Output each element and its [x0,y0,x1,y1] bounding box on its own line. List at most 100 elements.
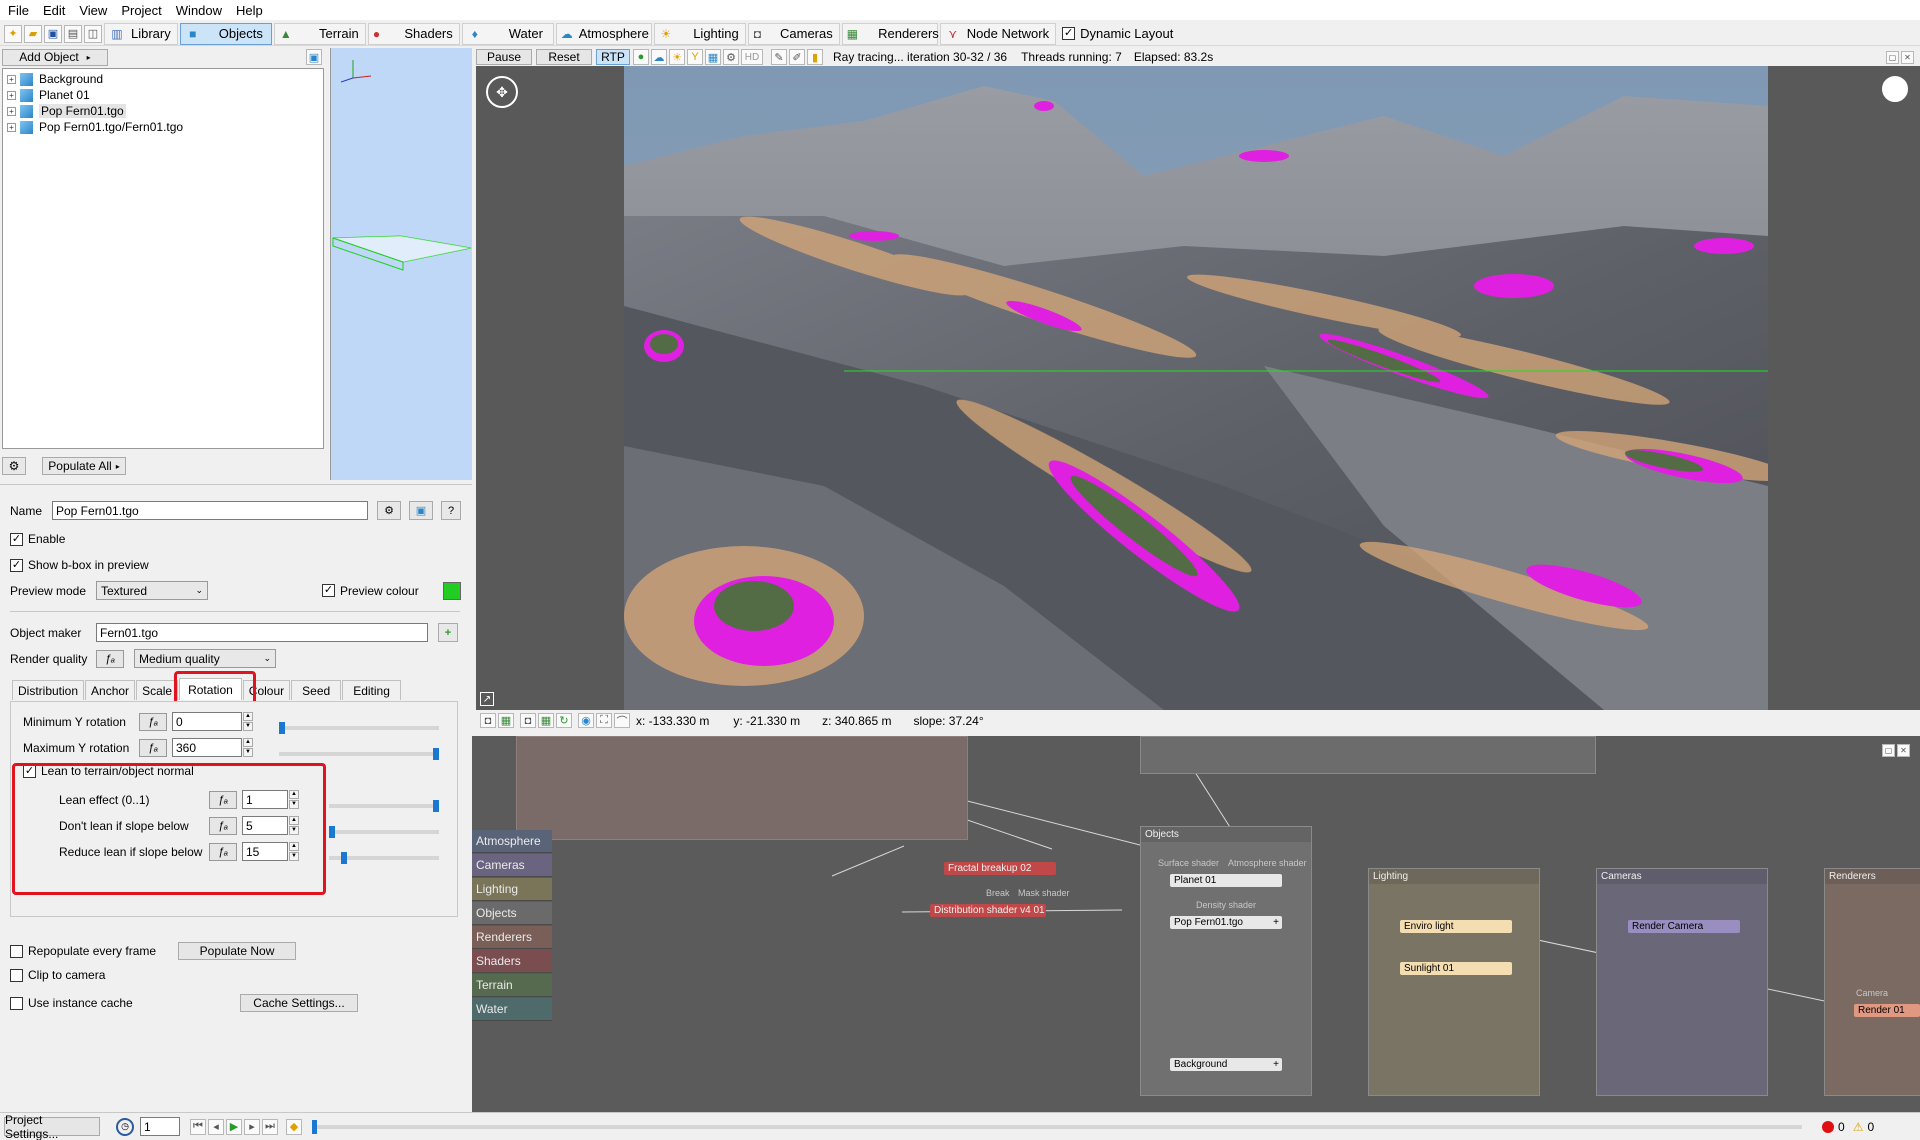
cache-settings-button[interactable]: Cache Settings... [240,994,358,1012]
sunlight-node[interactable]: Sunlight 01 [1400,962,1512,975]
dynamic-layout-checkbox[interactable]: ✓ [1062,27,1076,40]
eye-icon[interactable]: ◉ [578,713,594,728]
slope-icon[interactable]: ⌒ [614,713,630,728]
sun-preview-icon[interactable]: ☀ [669,49,685,65]
clock-icon[interactable]: ◷ [116,1117,134,1136]
reduce-lean-slider[interactable] [329,852,439,864]
window-restore-icon[interactable]: ▢ [1886,50,1899,64]
category-terrain[interactable]: Terrain [472,974,552,997]
instance-cache-checkbox[interactable] [10,996,23,1010]
tab-lighting[interactable]: ☀ Lighting [653,22,746,45]
tree-item-fern-object[interactable]: + Pop Fern01.tgo/Fern01.tgo [3,119,323,135]
gear-icon[interactable]: ⚙ [723,49,739,65]
sphere-preview-icon[interactable]: ● [633,49,649,65]
menu-file[interactable]: File [8,3,29,18]
expand-icon[interactable]: + [7,74,16,84]
keyframe-icon[interactable]: ◆ [286,1118,302,1135]
render-quality-select[interactable]: Medium quality ⌄ [134,649,276,668]
enable-row[interactable]: ✓ Enable [10,532,65,546]
tree-item-pop-fern[interactable]: + Pop Fern01.tgo [3,103,323,119]
tree-preview-icon[interactable]: Y [687,49,703,65]
ruler-icon[interactable]: ▮ [807,49,823,65]
image-view-icon[interactable]: ▦ [498,713,514,728]
sun-direction-icon[interactable] [1882,76,1908,102]
refresh-icon[interactable]: ↻ [556,713,572,728]
lean-effect-slider[interactable] [329,800,439,812]
camera-sync-icon[interactable]: ◘ [520,713,536,728]
pop-fern-node[interactable]: Pop Fern01.tgo + [1170,916,1282,929]
tab-objects[interactable]: ■ Objects [179,22,272,45]
new-file-icon[interactable]: ✦ [4,24,22,43]
tree-item-planet[interactable]: + Planet 01 [3,87,323,103]
open-folder-icon[interactable]: ▰ [24,24,42,43]
clip-to-camera-row[interactable]: Clip to camera [10,968,105,982]
tab-shaders[interactable]: ● Shaders [367,22,460,45]
help-icon[interactable]: ? [441,501,461,520]
save-icon[interactable]: ▣ [44,24,62,43]
project-settings-button[interactable]: Project Settings... [4,1113,100,1140]
show-bbox-row[interactable]: ✓ Show b-box in preview [10,558,149,572]
expand-icon[interactable]: + [7,106,16,116]
add-node-icon[interactable]: + [1273,917,1279,928]
prev-frame-icon[interactable]: ◂ [208,1118,224,1135]
save-as-icon[interactable]: ▤ [64,24,82,43]
tab-seed[interactable]: Seed [291,680,342,700]
tab-editing[interactable]: Editing [342,680,401,700]
pause-button[interactable]: Pause [476,49,532,65]
tab-distribution[interactable]: Distribution [12,680,85,700]
reset-button[interactable]: Reset [536,49,592,65]
tree-item-background[interactable]: + Background [3,71,323,87]
menu-help[interactable]: Help [236,3,263,18]
water-preview-icon[interactable]: ▦ [705,49,721,65]
repopulate-checkbox[interactable] [10,944,23,958]
min-y-rotation-stepper[interactable]: ▲ ▼ [243,712,253,731]
cloud-preview-icon[interactable]: ☁ [651,49,667,65]
planet-node[interactable]: Planet 01 [1170,874,1282,887]
tab-renderers[interactable]: ▦ Renderers [841,22,939,45]
error-icon[interactable] [1822,1120,1834,1133]
fractal-breakup-node[interactable]: Fractal breakup 02 [944,862,1056,875]
timeline-thumb[interactable] [312,1119,317,1134]
menu-project[interactable]: Project [121,3,161,18]
last-frame-icon[interactable]: ⏭ [262,1118,278,1135]
category-objects[interactable]: Objects [472,902,552,925]
tab-node-network[interactable]: ⋎ Node Network [939,22,1057,45]
name-input[interactable]: Pop Fern01.tgo [52,501,368,520]
function-icon[interactable]: ƒₐ [96,649,124,668]
panel-view-icon[interactable]: ▣ [306,49,322,65]
category-shaders[interactable]: Shaders [472,950,552,973]
max-y-rotation-input[interactable]: 360 [172,738,242,757]
show-bbox-checkbox[interactable]: ✓ [10,558,23,572]
preview-colour-swatch[interactable] [442,581,461,600]
view-panel-icon[interactable]: ▣ [409,501,433,520]
render-node[interactable]: Render 01 [1854,1004,1920,1017]
camera-navigation-icon[interactable]: ✥ [486,76,518,108]
dynamic-layout-toggle[interactable]: ✓ Dynamic Layout [1058,23,1179,45]
expand-icon[interactable]: + [7,90,16,100]
gear-icon[interactable]: ⚙ [377,501,401,520]
mini-preview-view[interactable] [330,48,472,480]
pen-icon[interactable]: ✐ [789,49,805,65]
render-3d-icon[interactable]: ◫ [84,24,102,43]
tab-anchor[interactable]: Anchor [85,680,136,700]
category-cameras[interactable]: Cameras [472,854,552,877]
distribution-shader-node[interactable]: Distribution shader v4 01 [930,904,1046,917]
min-y-rotation-input[interactable]: 0 [172,712,242,731]
render-viewport[interactable]: ✥ ↗ [476,66,1920,710]
tab-cameras[interactable]: ◘ Cameras [747,22,840,45]
category-atmosphere[interactable]: Atmosphere [472,830,552,853]
expand-icon[interactable]: + [7,122,16,132]
enviro-light-node[interactable]: Enviro light [1400,920,1512,933]
populate-now-button[interactable]: Populate Now [178,942,296,960]
category-lighting[interactable]: Lighting [472,878,552,901]
camera-view-icon[interactable]: ◘ [480,713,496,728]
max-y-rotation-stepper[interactable]: ▲ ▼ [243,738,253,757]
category-renderers[interactable]: Renderers [472,926,552,949]
menu-window[interactable]: Window [176,3,222,18]
object-maker-input[interactable]: Fern01.tgo [96,623,428,642]
play-icon[interactable]: ▶ [226,1118,242,1135]
min-y-rotation-slider[interactable] [279,722,439,734]
rtp-button[interactable]: RTP [596,49,630,65]
function-icon[interactable]: ƒₐ [139,738,167,757]
tab-scale[interactable]: Scale [136,680,179,700]
